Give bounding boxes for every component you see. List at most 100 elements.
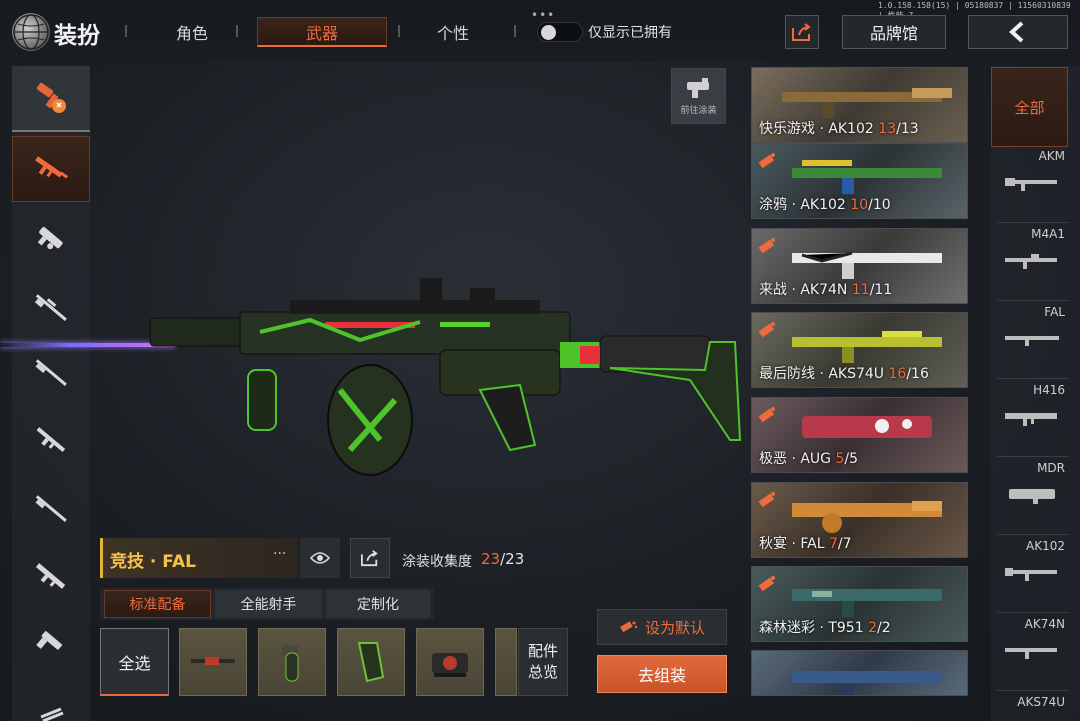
skin-thumbnail (792, 671, 942, 695)
sight-attachment-icon (432, 653, 468, 677)
skin-card[interactable]: 最后防线 · AKS74U 16/16 (751, 312, 968, 388)
rifle-silhouette-icon (1005, 178, 1057, 191)
skin-label: 秋宴 · FAL 7/7 (759, 536, 852, 552)
filter-weapon-item[interactable]: AKM (997, 147, 1069, 223)
sniper-rifle-icon (34, 294, 67, 321)
category-shotgun[interactable] (12, 476, 90, 542)
share-icon (792, 23, 811, 41)
skin-card[interactable]: 森林迷彩 · T951 2/2 (751, 566, 968, 642)
tab-weapon[interactable]: 武器 (257, 17, 387, 47)
skin-card[interactable]: 极恶 · AUG 5/5 (751, 397, 968, 473)
attachment-slot-barrel[interactable] (179, 628, 247, 696)
attachment-slot-sight[interactable] (416, 628, 484, 696)
category-melee[interactable] (12, 676, 90, 721)
skin-thumbnail (792, 501, 942, 533)
weapon-filter-label: AKM (1038, 149, 1065, 163)
marksman-rifle-icon (35, 359, 67, 386)
skin-card[interactable] (751, 650, 968, 696)
weapon-filter-label: M4A1 (1031, 227, 1065, 241)
weapon-preview-image[interactable] (140, 270, 750, 490)
weapon-name: 竞技 · FAL (110, 552, 196, 572)
tab-personality[interactable]: 个性 (437, 20, 469, 44)
back-arrow-icon (1009, 21, 1024, 43)
weapon-filter-label: MDR (1037, 461, 1065, 475)
rifle-silhouette-icon (1005, 568, 1057, 581)
weapon-filter-label: AKS74U (1017, 695, 1065, 709)
share-icon (361, 550, 378, 567)
more-options-button[interactable]: ··· (273, 546, 286, 562)
attachment-overview-button[interactable]: 配件 总览 (518, 628, 568, 696)
category-lmg[interactable] (12, 544, 90, 610)
weapon-filter-label: AK74N (1024, 617, 1065, 631)
filter-weapon-item[interactable]: FAL (997, 303, 1069, 379)
tab-all-round-shooter[interactable]: 全能射手 (215, 590, 322, 618)
filter-weapon-item[interactable]: MDR (997, 459, 1069, 535)
pistol-icon (36, 631, 63, 650)
skin-card[interactable]: 快乐游戏 · AK102 13/13 (751, 67, 968, 143)
category-rifle[interactable] (12, 408, 90, 474)
skin-label: 最后防线 · AKS74U 16/16 (759, 366, 929, 382)
category-pistol[interactable] (12, 610, 90, 676)
weapon-filter-label: AK102 (1026, 539, 1065, 553)
category-sniper[interactable] (12, 275, 90, 341)
filter-weapon-item[interactable]: M4A1 (997, 225, 1069, 301)
skin-label: 森林迷彩 · T951 2/2 (759, 620, 891, 636)
filter-all-button[interactable]: 全部 (991, 67, 1068, 147)
assault-rifle-icon (35, 156, 69, 179)
attachment-slot-stock[interactable] (495, 628, 517, 696)
skin-card[interactable]: 秋宴 · FAL 7/7 (751, 482, 968, 558)
tab-character[interactable]: 角色 (176, 20, 208, 44)
select-all-button[interactable]: 全选 (100, 628, 169, 696)
set-default-label: 设为默认 (644, 618, 705, 637)
skin-thumbnail (782, 88, 952, 118)
goto-paint-button[interactable]: 前往涂装 (671, 68, 726, 124)
bullpup-silhouette-icon (1009, 489, 1055, 504)
overview-line-2: 总览 (527, 663, 558, 681)
skin-label: 极恶 · AUG 5/5 (759, 451, 859, 467)
skin-thumbnail (792, 160, 942, 194)
brand-hall-button[interactable]: 品牌馆 (842, 15, 946, 49)
category-smg[interactable] (12, 206, 90, 272)
category-featured[interactable] (12, 66, 90, 132)
paint-spray-icon (36, 82, 66, 113)
back-button[interactable] (968, 15, 1068, 49)
goto-paint-label: 前往涂装 (680, 106, 717, 116)
filter-weapon-item[interactable]: AK74N (997, 615, 1069, 691)
attachment-slot-grip[interactable] (258, 628, 326, 696)
category-marksman[interactable] (12, 340, 90, 406)
collection-current: 23 (481, 550, 501, 568)
collection-total: /23 (500, 550, 525, 568)
tab-custom[interactable]: 定制化 (326, 590, 430, 618)
skin-label: 涂鸦 · AK102 10/10 (759, 197, 891, 213)
assemble-button[interactable]: 去组装 (597, 655, 727, 693)
attachment-slot-magazine[interactable] (337, 628, 405, 696)
divider (514, 25, 516, 37)
skin-card[interactable]: 来战 · AK74N 11/11 (751, 228, 968, 304)
magazine-attachment-icon (357, 642, 385, 683)
toggle-knob[interactable] (541, 25, 556, 40)
skin-thumbnail (802, 416, 932, 438)
skin-label: 快乐游戏 · AK102 13/13 (759, 121, 919, 137)
tab-standard-loadout[interactable]: 标准配备 (104, 590, 211, 618)
divider (125, 25, 127, 37)
filter-weapon-item[interactable]: AKS74U (997, 693, 1069, 721)
filter-weapon-item[interactable]: H416 (997, 381, 1069, 457)
collection-label: 涂装收集度 (402, 554, 472, 570)
skin-thumbnail (792, 331, 942, 363)
collection-progress: 23/23 (481, 550, 524, 568)
globe-logo-icon[interactable] (12, 13, 50, 51)
weapon-filter-label: H416 (1033, 383, 1065, 397)
divider (236, 25, 238, 37)
filter-weapon-item[interactable]: AK102 (997, 537, 1069, 613)
smg-icon (37, 226, 63, 250)
share-button[interactable] (785, 15, 819, 49)
share-skin-button[interactable] (350, 538, 390, 578)
preview-view-button[interactable] (300, 538, 340, 578)
category-assault-rifle[interactable] (12, 136, 90, 202)
set-default-button[interactable]: 设为默认 (597, 609, 727, 645)
skin-card[interactable]: 涂鸦 · AK102 10/10 (751, 143, 968, 219)
handle-dots-icon: ••• (531, 8, 556, 22)
rifle-silhouette-icon (1005, 254, 1057, 269)
rifle-icon (36, 427, 66, 453)
rifle-silhouette-icon (1005, 413, 1057, 426)
